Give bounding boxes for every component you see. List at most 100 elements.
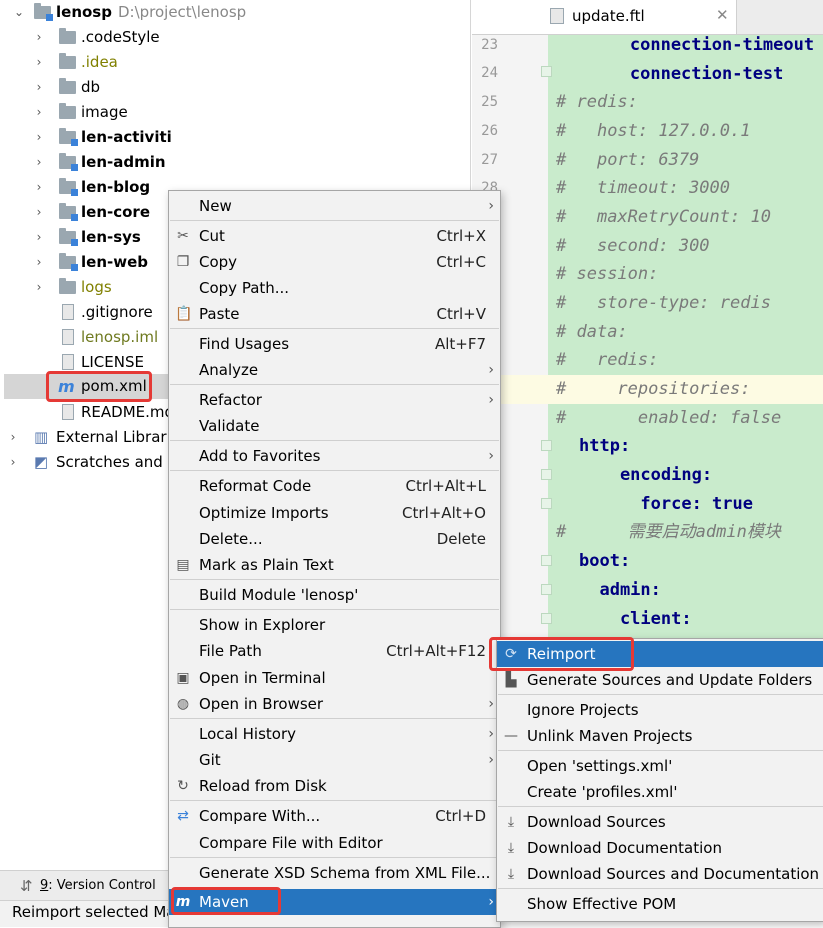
folder-icon [59, 103, 76, 119]
menu-item-find-usages[interactable]: Find Usages Alt+F7 [169, 331, 500, 357]
menu-item-ignore-projects[interactable]: Ignore Projects [497, 697, 823, 723]
menu-item-optimize-imports[interactable]: Optimize Imports Ctrl+Alt+O [169, 500, 500, 526]
menu-item-analyze[interactable]: Analyze › [169, 357, 500, 383]
tree-item-len-activiti[interactable]: › len-activiti [0, 125, 470, 150]
folder-icon [59, 78, 76, 94]
tree-item-db[interactable]: › db [0, 75, 470, 100]
menu-item-unlink-projects[interactable]: — Unlink Maven Projects [497, 723, 823, 749]
menu-item-open-in-terminal[interactable]: ▣ Open in Terminal [169, 665, 500, 691]
chevron-right-icon[interactable]: › [32, 50, 46, 75]
menu-item-new[interactable]: New › [169, 193, 500, 219]
menu-item-create-profiles[interactable]: Create 'profiles.xml' [497, 779, 823, 805]
menu-item-cut[interactable]: ✂ Cut Ctrl+X [169, 223, 500, 249]
chevron-right-icon[interactable]: › [32, 200, 46, 225]
menu-item-mark-plain-text[interactable]: ▤ Mark as Plain Text [169, 552, 500, 578]
chevron-right-icon[interactable]: › [32, 100, 46, 125]
pom-highlight-box [46, 371, 152, 402]
menu-item-copy-path[interactable]: Copy Path... [169, 275, 500, 301]
menu-item-compare-with[interactable]: ⇄ Compare With... Ctrl+D [169, 803, 500, 829]
chevron-right-icon[interactable]: › [32, 175, 46, 200]
menu-item-generate-xsd[interactable]: Generate XSD Schema from XML File... [169, 860, 500, 886]
chevron-right-icon: › [488, 362, 494, 378]
tree-item-image[interactable]: › image [0, 100, 470, 125]
menu-item-download-documentation[interactable]: ⤓ Download Documentation [497, 835, 823, 861]
tab-update-ftl[interactable]: update.ftl ✕ [472, 0, 737, 34]
maven-submenu: ⟳ Reimport ▙ Generate Sources and Update F… [496, 638, 823, 922]
fold-marker-icon[interactable] [541, 613, 552, 624]
menu-item-show-effective-pom[interactable]: Show Effective POM [497, 891, 823, 917]
fold-marker-icon[interactable] [541, 469, 552, 480]
menu-separator [170, 579, 499, 580]
markdown-file-icon [62, 404, 74, 420]
menu-item-delete[interactable]: Delete... Delete [169, 526, 500, 552]
reimport-highlight-box [489, 637, 634, 671]
code-line: # repositories: [556, 379, 751, 399]
code-line: boot: [579, 551, 631, 571]
fold-marker-icon[interactable] [541, 498, 552, 509]
fold-marker-icon[interactable] [541, 440, 552, 451]
menu-item-local-history[interactable]: Local History › [169, 721, 500, 747]
module-folder-icon [59, 203, 78, 221]
tab-label: update.ftl [572, 7, 645, 25]
chevron-right-icon: › [488, 198, 494, 214]
menu-item-download-both[interactable]: ⤓ Download Sources and Documentation [497, 861, 823, 887]
copy-icon: ❐ [176, 254, 190, 270]
close-icon[interactable]: ✕ [716, 6, 729, 24]
menu-separator [498, 750, 823, 751]
code-line: # port: 6379 [556, 150, 700, 170]
line-number: 27 [481, 152, 498, 168]
version-control-tab[interactable]: 9: Version Control [40, 878, 156, 893]
chevron-right-icon[interactable]: › [32, 25, 46, 50]
fold-marker-icon[interactable] [541, 584, 552, 595]
menu-item-reload-from-disk[interactable]: ↻ Reload from Disk [169, 773, 500, 799]
menu-item-show-in-explorer[interactable]: Show in Explorer [169, 612, 500, 638]
menu-item-open-settings[interactable]: Open 'settings.xml' [497, 753, 823, 779]
menu-item-add-to-favorites[interactable]: Add to Favorites › [169, 443, 500, 469]
menu-item-compare-file-editor[interactable]: Compare File with Editor [169, 830, 500, 856]
file-icon [550, 8, 564, 24]
chevron-down-icon[interactable]: ⌄ [12, 0, 26, 25]
menu-item-file-path[interactable]: File Path Ctrl+Alt+F12 [169, 638, 500, 664]
module-folder-icon [59, 153, 78, 171]
root-name: lenosp [56, 3, 112, 21]
chevron-right-icon[interactable]: › [32, 275, 46, 300]
chevron-right-icon[interactable]: › [32, 150, 46, 175]
menu-separator [170, 609, 499, 610]
code-line: client: [579, 609, 692, 629]
code-line: # timeout: 3000 [556, 178, 731, 198]
version-control-icon[interactable]: ⇵ [20, 877, 33, 895]
globe-icon: ◍ [176, 696, 190, 712]
menu-item-refactor[interactable]: Refactor › [169, 387, 500, 413]
chevron-right-icon[interactable]: › [32, 75, 46, 100]
chevron-right-icon[interactable]: › [32, 250, 46, 275]
maven-highlight-box [171, 887, 281, 915]
menu-item-open-in-browser[interactable]: ◍ Open in Browser › [169, 691, 500, 717]
chevron-right-icon[interactable]: › [32, 125, 46, 150]
menu-item-git[interactable]: Git › [169, 747, 500, 773]
tree-item-idea[interactable]: › .idea [0, 50, 470, 75]
menu-item-paste[interactable]: 📋 Paste Ctrl+V [169, 301, 500, 327]
chevron-right-icon[interactable]: › [32, 225, 46, 250]
chevron-right-icon[interactable]: › [6, 450, 20, 475]
menu-item-build-module[interactable]: Build Module 'lenosp' [169, 582, 500, 608]
code-line: # host: 127.0.0.1 [556, 121, 751, 141]
menu-item-validate[interactable]: Validate [169, 413, 500, 439]
code-line: admin: [579, 580, 661, 600]
tree-item-label: logs [81, 278, 112, 296]
chevron-right-icon[interactable]: › [6, 425, 20, 450]
code-line: encoding: [579, 465, 713, 485]
tree-item-label: .codeStyle [81, 28, 160, 46]
status-bar: Reimport selected Maven [0, 900, 203, 927]
tree-item-len-admin[interactable]: › len-admin [0, 150, 470, 175]
menu-item-download-sources[interactable]: ⤓ Download Sources [497, 809, 823, 835]
code-line: http: [579, 436, 631, 456]
menu-item-copy[interactable]: ❐ Copy Ctrl+C [169, 249, 500, 275]
code-line: # second: 300 [556, 236, 710, 256]
tree-item-codestyle[interactable]: › .codeStyle [0, 25, 470, 50]
chevron-right-icon: › [488, 752, 494, 768]
menu-separator [170, 470, 499, 471]
menu-item-reformat-code[interactable]: Reformat Code Ctrl+Alt+L [169, 473, 500, 499]
tree-root[interactable]: ⌄ lenosp D:\project\lenosp [0, 0, 470, 25]
fold-marker-icon[interactable] [541, 555, 552, 566]
menu-separator [170, 384, 499, 385]
